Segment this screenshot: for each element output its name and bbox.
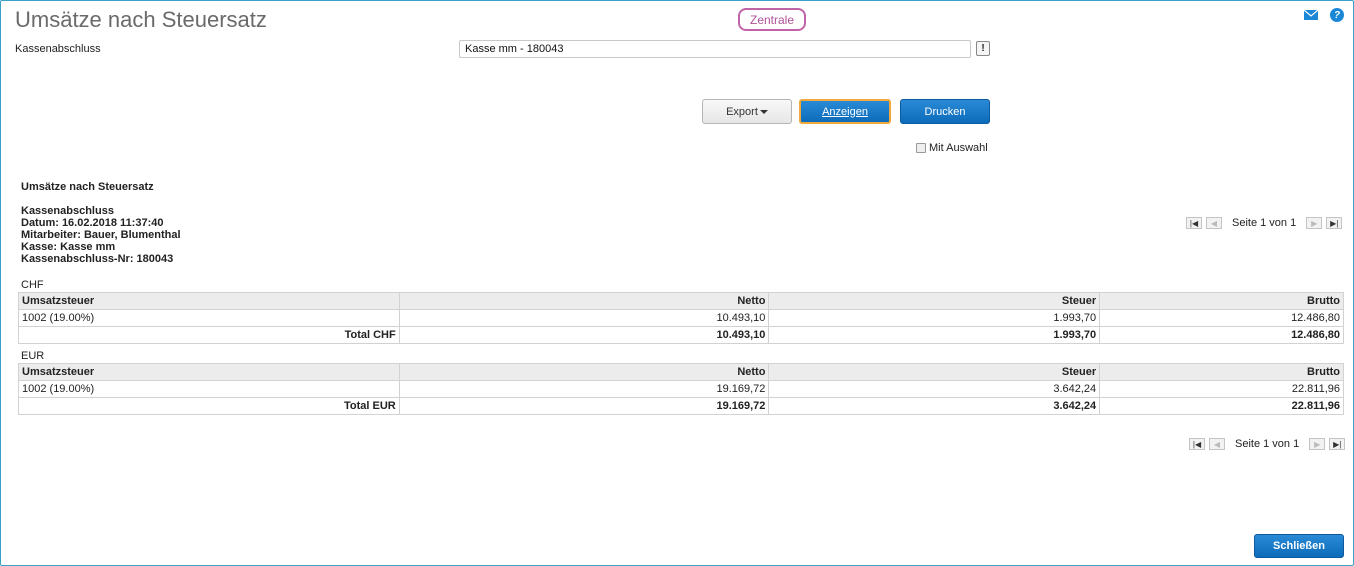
next-page-icon[interactable]: ▶ (1306, 217, 1323, 229)
table-row: 1002 (19.00%) 10.493,10 1.993,70 12.486,… (18, 309, 1344, 327)
tax-table-eur: Umsatzsteuer Netto Steuer Brutto 1002 (1… (18, 363, 1344, 415)
cell-netto: 10.493,10 (398, 309, 770, 327)
total-steuer: 3.642,24 (768, 397, 1101, 415)
column-header: Steuer (768, 292, 1101, 310)
total-label: Total EUR (18, 397, 400, 415)
total-row: Total CHF 10.493,10 1.993,70 12.486,80 (18, 326, 1344, 344)
column-header: Netto (398, 292, 770, 310)
currency-label: EUR (21, 350, 45, 362)
branch-badge[interactable]: Zentrale (738, 8, 806, 31)
next-page-icon[interactable]: ▶ (1309, 438, 1326, 450)
close-button[interactable]: Schließen (1254, 534, 1344, 558)
tax-table-chf: Umsatzsteuer Netto Steuer Brutto 1002 (1… (18, 292, 1344, 344)
mail-icon[interactable] (1304, 10, 1318, 20)
top-icons: ? (1304, 8, 1344, 22)
total-brutto: 12.486,80 (1099, 326, 1344, 344)
total-row: Total EUR 19.169,72 3.642,24 22.811,96 (18, 397, 1344, 415)
help-icon[interactable]: ? (1330, 8, 1344, 22)
column-header: Brutto (1099, 292, 1344, 310)
show-button[interactable]: Anzeigen (799, 99, 891, 124)
cell-rate: 1002 (19.00%) (18, 309, 400, 327)
report-title: Umsätze nach Steuersatz (21, 181, 154, 193)
total-label: Total CHF (18, 326, 400, 344)
info-button[interactable]: ! (976, 41, 990, 56)
page-title: Umsätze nach Steuersatz (15, 7, 267, 32)
prev-page-icon[interactable]: ◀ (1209, 438, 1225, 450)
caret-down-icon (759, 109, 768, 114)
pager-bottom: |◀ ◀ Seite 1 von 1 ▶ ▶| (1189, 438, 1346, 450)
table-row: 1002 (19.00%) 19.169,72 3.642,24 22.811,… (18, 380, 1344, 398)
column-header: Brutto (1099, 363, 1344, 381)
pager-top: |◀ ◀ Seite 1 von 1 ▶ ▶| (1186, 217, 1343, 229)
column-header: Umsatzsteuer (18, 292, 400, 310)
table-header-row: Umsatzsteuer Netto Steuer Brutto (18, 292, 1344, 310)
first-page-icon[interactable]: |◀ (1189, 438, 1205, 450)
with-selection-label: Mit Auswahl (929, 142, 988, 154)
with-selection-option[interactable]: Mit Auswahl (916, 142, 988, 154)
pager-text: Seite 1 von 1 (1235, 438, 1300, 450)
column-header: Umsatzsteuer (18, 363, 400, 381)
total-brutto: 22.811,96 (1099, 397, 1344, 415)
export-button[interactable]: Export (702, 99, 792, 124)
prev-page-icon[interactable]: ◀ (1206, 217, 1222, 229)
last-page-icon[interactable]: ▶| (1329, 438, 1346, 450)
cell-steuer: 3.642,24 (768, 380, 1101, 398)
last-page-icon[interactable]: ▶| (1326, 217, 1343, 229)
report-info-line: Datum: 16.02.2018 11:37:40 (21, 217, 164, 229)
currency-label: CHF (21, 279, 44, 291)
cell-steuer: 1.993,70 (768, 309, 1101, 327)
column-header: Steuer (768, 363, 1101, 381)
print-button[interactable]: Drucken (900, 99, 990, 124)
column-header: Netto (398, 363, 770, 381)
kassenabschluss-field[interactable] (459, 40, 971, 58)
table-header-row: Umsatzsteuer Netto Steuer Brutto (18, 363, 1344, 381)
pager-text: Seite 1 von 1 (1232, 217, 1297, 229)
export-label: Export (726, 105, 758, 118)
kassenabschluss-label: Kassenabschluss (15, 43, 101, 55)
report-info: Kassenabschluss Datum: 16.02.2018 11:37:… (21, 205, 181, 265)
report-info-line: Kassenabschluss (21, 205, 114, 217)
cell-netto: 19.169,72 (398, 380, 770, 398)
total-netto: 10.493,10 (398, 326, 770, 344)
cell-brutto: 12.486,80 (1099, 309, 1344, 327)
total-steuer: 1.993,70 (768, 326, 1101, 344)
report-info-line: Mitarbeiter: Bauer, Blumenthal (21, 229, 181, 241)
report-info-line: Kassenabschluss-Nr: 180043 (21, 253, 174, 265)
first-page-icon[interactable]: |◀ (1186, 217, 1202, 229)
cell-brutto: 22.811,96 (1099, 380, 1344, 398)
cell-rate: 1002 (19.00%) (18, 380, 400, 398)
window-frame (0, 0, 1354, 566)
with-selection-checkbox[interactable] (916, 143, 926, 153)
report-info-line: Kasse: Kasse mm (21, 241, 116, 253)
total-netto: 19.169,72 (398, 397, 770, 415)
